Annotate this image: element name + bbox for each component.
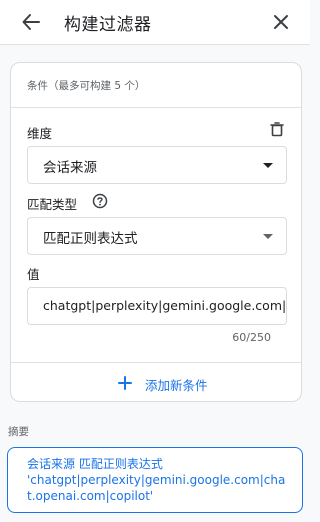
summary-box: 会话来源 匹配正则表达式 'chatgpt|perplexity|gemini.…: [7, 447, 303, 513]
condition-card: 条件（最多可构建 5 个） 维度 会话来源 匹配类型 匹配正则表达式 值 cha…: [10, 62, 302, 402]
divider: [11, 107, 301, 108]
dropdown-caret-icon: [263, 234, 273, 239]
character-counter: 60/250: [232, 331, 271, 344]
arrow-back-icon[interactable]: [18, 9, 44, 35]
dropdown-caret-icon: [263, 163, 273, 168]
match-type-value: 匹配正则表达式: [43, 231, 138, 247]
page-title: 构建过滤器: [64, 15, 152, 35]
trash-icon[interactable]: [269, 121, 285, 141]
help-circle-icon[interactable]: [92, 193, 108, 213]
dimension-value: 会话来源: [43, 160, 97, 176]
match-type-select[interactable]: 匹配正则表达式: [27, 217, 287, 255]
dimension-label: 维度: [27, 126, 53, 141]
value-input[interactable]: chatgpt|perplexity|gemini.google.com|cha…: [27, 287, 287, 325]
dimension-select[interactable]: 会话来源: [27, 146, 287, 184]
add-condition-button[interactable]: 添加新条件: [11, 363, 301, 403]
summary-label: 摘要: [8, 426, 29, 438]
add-condition-label: 添加新条件: [145, 378, 208, 393]
summary-line-2: 'chatgpt|perplexity|gemini.google.com|ch…: [27, 473, 286, 503]
summary-line-1: 会话来源 匹配正则表达式: [27, 457, 163, 471]
value-input-text: chatgpt|perplexity|gemini.google.com|cha…: [43, 298, 287, 313]
card-header-text: 条件（最多可构建 5 个）: [27, 80, 146, 92]
match-type-label: 匹配类型: [27, 197, 78, 212]
header: 构建过滤器: [0, 0, 310, 45]
value-label: 值: [27, 267, 40, 282]
close-icon[interactable]: [268, 9, 294, 35]
plus-icon: [117, 375, 133, 395]
